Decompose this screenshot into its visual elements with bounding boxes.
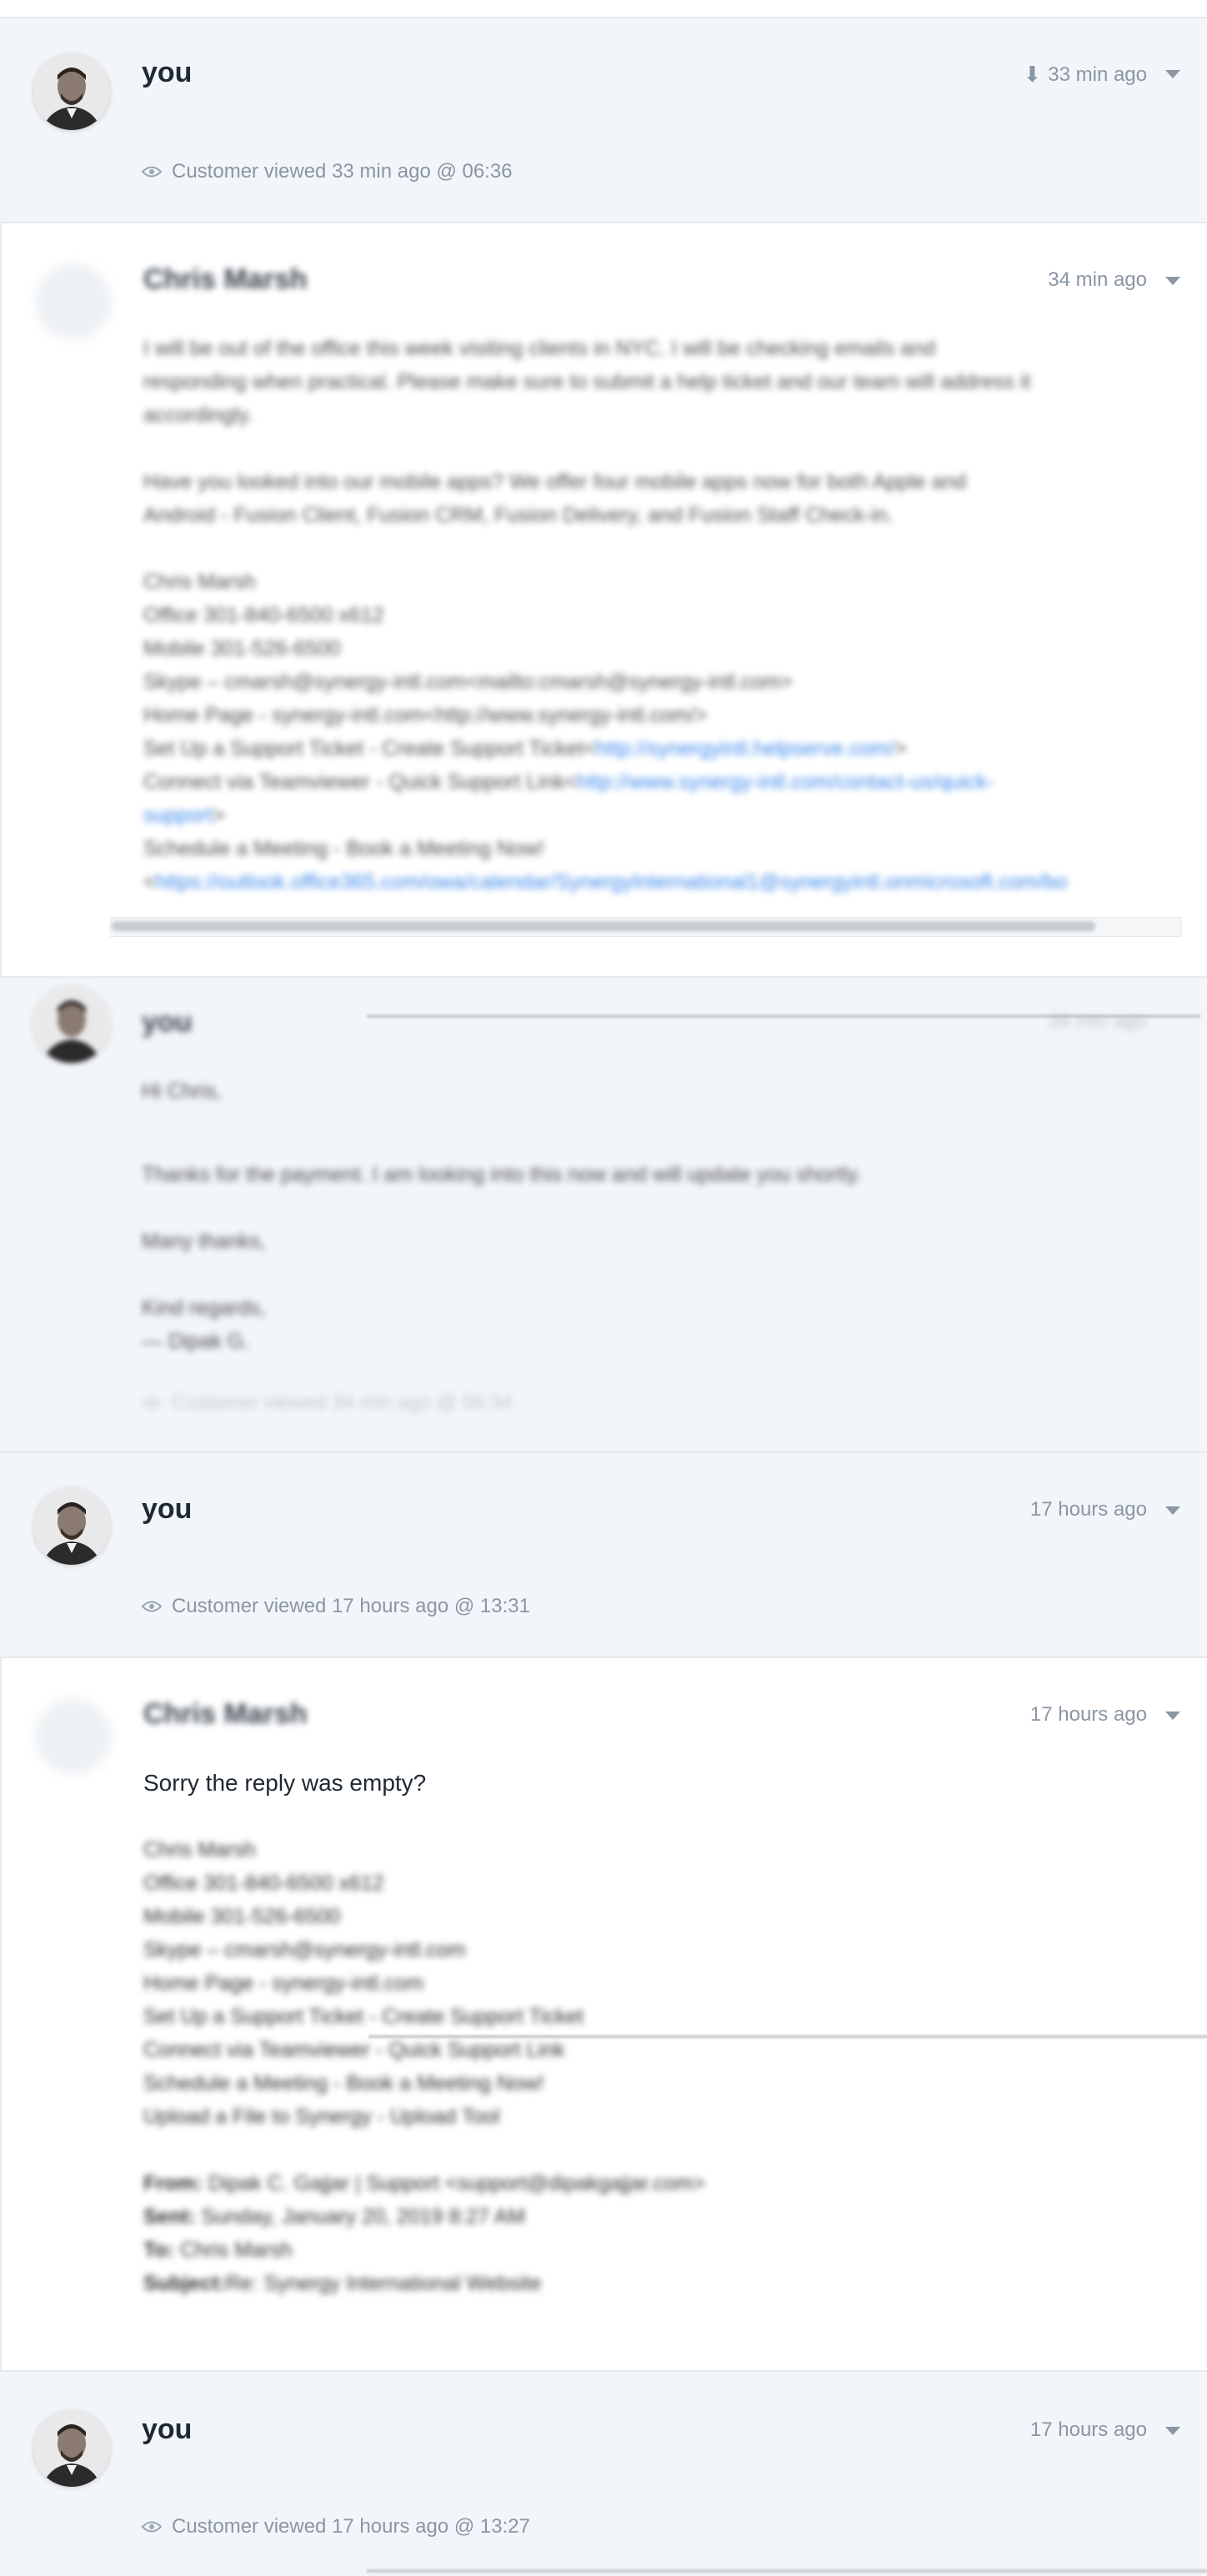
viewed-status: Customer viewed 17 hours ago @ 13:27 bbox=[142, 2515, 530, 2538]
message-body: I will be out of the office this week vi… bbox=[143, 332, 1182, 899]
message-time: 34 min ago bbox=[1048, 1010, 1147, 1032]
chevron-down-icon[interactable] bbox=[1165, 70, 1180, 78]
email-sent: Sent: Sunday, January 20, 2019 8:27 AM bbox=[143, 2205, 526, 2228]
avatar[interactable] bbox=[33, 986, 110, 1063]
email-to: To: Chris Marsh bbox=[143, 2238, 293, 2262]
author-name: you bbox=[142, 1006, 193, 1038]
author-name: you bbox=[142, 1493, 193, 1525]
message-you-1: you ⬇ 33 min ago Customer viewed 33 min … bbox=[0, 18, 1207, 223]
message-thread: you ⬇ 33 min ago Customer viewed 33 min … bbox=[0, 0, 1207, 2576]
message-time: 17 hours ago bbox=[1029, 1703, 1147, 1726]
chevron-down-icon[interactable] bbox=[1165, 2427, 1180, 2435]
avatar[interactable] bbox=[33, 2410, 110, 2487]
teamviewer-link[interactable]: http://www.synergy-intl.com/contact-us/q… bbox=[577, 770, 994, 794]
scrollbar-thumb[interactable] bbox=[112, 921, 1095, 931]
message-you-3: you 17 hours ago Customer viewed 17 hour… bbox=[0, 1453, 1207, 1658]
email-subject: Subject:Re: Synergy International Websit… bbox=[143, 2272, 542, 2295]
teamviewer-line: Connect via Teamviewer - Quick Support L… bbox=[143, 770, 994, 794]
avatar[interactable] bbox=[35, 263, 112, 340]
message-chris-2: Chris Marsh 17 hours ago Sorry the reply… bbox=[0, 1658, 1207, 2372]
email-from: From: Dipak C. Gajjar | Support <support… bbox=[143, 2172, 705, 2195]
chevron-down-icon[interactable] bbox=[1165, 1506, 1180, 1515]
eye-icon bbox=[142, 1397, 162, 1409]
meeting-line: <https://outlook.office365.com/owa/calen… bbox=[143, 870, 1068, 894]
eye-icon bbox=[142, 2521, 162, 2533]
chevron-down-icon[interactable] bbox=[1165, 1711, 1180, 1720]
support-ticket-link[interactable]: http://synergyintl.helpserve.com/ bbox=[596, 737, 895, 760]
eye-icon bbox=[142, 1601, 162, 1612]
meeting-link[interactable]: https://outlook.office365.com/owa/calend… bbox=[156, 870, 1068, 894]
eye-icon bbox=[142, 166, 162, 178]
message-body: Sorry the reply was empty? Chris Marsh O… bbox=[143, 1767, 1182, 2300]
avatar[interactable] bbox=[35, 1698, 112, 1775]
support-ticket-line: Set Up a Support Ticket - Create Support… bbox=[143, 737, 907, 760]
avatar[interactable] bbox=[33, 1488, 110, 1565]
divider bbox=[368, 2035, 1207, 2038]
divider bbox=[367, 2569, 1207, 2573]
message-time: 34 min ago bbox=[1048, 268, 1147, 291]
author-name: you bbox=[142, 57, 193, 88]
message-time: 17 hours ago bbox=[1029, 1498, 1147, 1521]
avatar[interactable] bbox=[33, 53, 110, 130]
message-body: Hi Chris, Thanks for the payment. I am l… bbox=[142, 1080, 862, 1353]
viewed-status: Customer viewed 34 min ago @ 06:34 bbox=[142, 1391, 513, 1415]
download-icon[interactable]: ⬇ bbox=[1023, 62, 1041, 88]
author-name: you bbox=[142, 2413, 193, 2445]
message-time: ⬇ 33 min ago bbox=[1023, 62, 1147, 88]
viewed-status: Customer viewed 17 hours ago @ 13:31 bbox=[142, 1595, 530, 1618]
message-you-4: you 17 hours ago Customer viewed 17 hour… bbox=[0, 2372, 1207, 2576]
author-name: Chris Marsh bbox=[143, 263, 308, 295]
teamviewer-link-cont[interactable]: support bbox=[143, 804, 213, 827]
chevron-down-icon[interactable] bbox=[1165, 277, 1180, 285]
message-you-2: you 34 min ago Hi Chris, Thanks for the … bbox=[0, 978, 1207, 1453]
message-main-text: Sorry the reply was empty? bbox=[143, 1770, 427, 1796]
author-name: Chris Marsh bbox=[143, 1698, 308, 1730]
viewed-status: Customer viewed 33 min ago @ 06:36 bbox=[142, 160, 513, 183]
message-time: 17 hours ago bbox=[1029, 2418, 1147, 2441]
message-chris-1: Chris Marsh 34 min ago I will be out of … bbox=[0, 223, 1207, 978]
